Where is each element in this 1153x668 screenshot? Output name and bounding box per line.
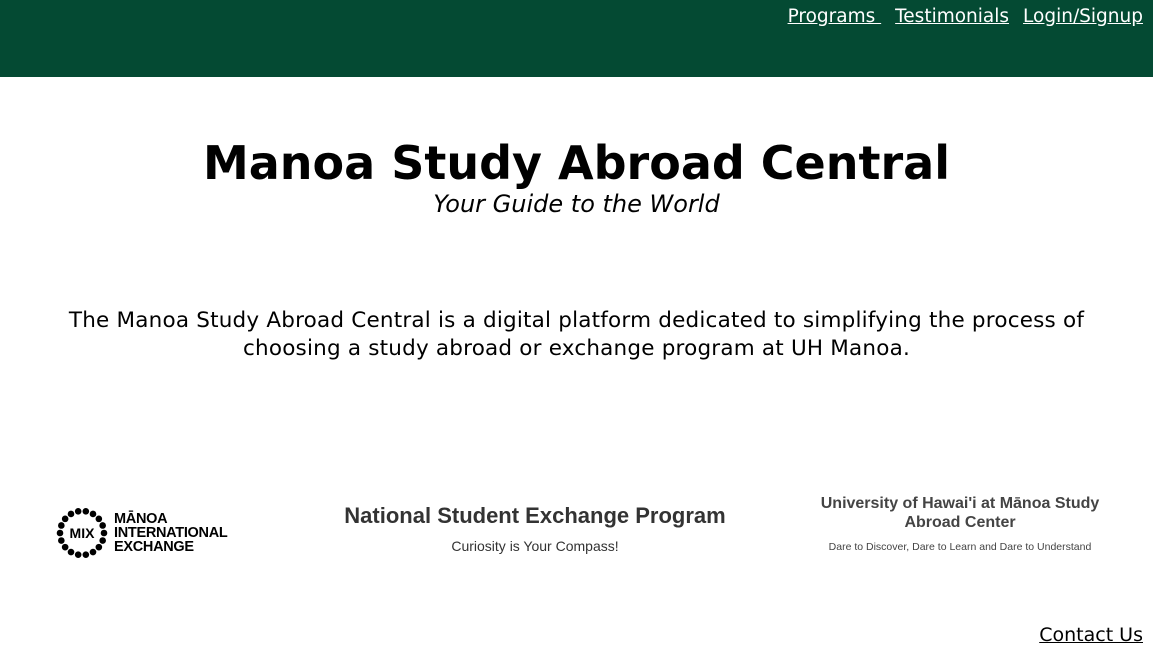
mix-ring-dot bbox=[89, 548, 97, 556]
contact-us-link[interactable]: Contact Us bbox=[1039, 624, 1143, 646]
mix-ring-dot bbox=[74, 508, 82, 515]
mix-line-2: INTERNATIONAL bbox=[114, 525, 228, 541]
page-title: Manoa Study Abroad Central bbox=[202, 136, 950, 190]
mix-ring-dot bbox=[58, 522, 65, 529]
mix-ring-dot bbox=[82, 508, 90, 515]
mix-circle-icon: MIX bbox=[56, 508, 108, 558]
page-subtitle: Your Guide to the World bbox=[433, 190, 720, 218]
mix-ring-dot bbox=[99, 522, 106, 529]
uh-logo-tagline: Dare to Discover, Dare to Learn and Dare… bbox=[828, 541, 1092, 553]
nse-logo-title: National Student Exchange Program bbox=[344, 503, 726, 528]
mix-badge-text: MIX bbox=[70, 525, 96, 541]
mix-ring-dot bbox=[56, 529, 64, 537]
mix-ring-dot bbox=[61, 515, 69, 523]
mix-ring-dot bbox=[67, 510, 75, 518]
mix-ring-dot bbox=[95, 515, 103, 523]
mix-ring-dot bbox=[100, 529, 108, 537]
mix-line-1: MĀNOA bbox=[114, 511, 168, 527]
top-navbar: Programs Testimonials Login/Signup bbox=[0, 0, 1153, 77]
mix-logo-wordmark: MĀNOA INTERNATIONAL EXCHANGE bbox=[114, 511, 228, 555]
mix-ring-dot bbox=[74, 551, 82, 558]
mix-ring-dot bbox=[89, 510, 97, 518]
mix-ring-dot bbox=[61, 543, 69, 551]
nse-logo-tagline: Curiosity is Your Compass! bbox=[451, 538, 619, 554]
site-description: The Manoa Study Abroad Central is a digi… bbox=[68, 308, 1085, 361]
mix-ring-dot bbox=[82, 551, 90, 558]
mix-ring-dot bbox=[95, 543, 103, 551]
nav-testimonials-link[interactable]: Testimonials bbox=[895, 6, 1009, 27]
uh-logo-title: University of Hawai'i at Mānoa Study Abr… bbox=[820, 495, 1100, 531]
mix-line-3: EXCHANGE bbox=[114, 539, 194, 555]
mix-ring-dot bbox=[58, 537, 65, 544]
mix-logo: MIX MĀNOA INTERNATIONAL EXCHANGE bbox=[55, 506, 228, 560]
uh-study-abroad-logo: University of Hawai'i at Mānoa Study Abr… bbox=[800, 494, 1120, 553]
mix-ring-dot bbox=[99, 537, 106, 544]
nse-logo: National Student Exchange Program Curios… bbox=[328, 503, 742, 554]
nav-login-signup-link[interactable]: Login/Signup bbox=[1023, 6, 1143, 27]
top-nav-links: Programs Testimonials Login/Signup bbox=[788, 6, 1143, 27]
nav-programs-link[interactable]: Programs bbox=[788, 6, 882, 27]
mix-ring-dot bbox=[67, 548, 75, 556]
